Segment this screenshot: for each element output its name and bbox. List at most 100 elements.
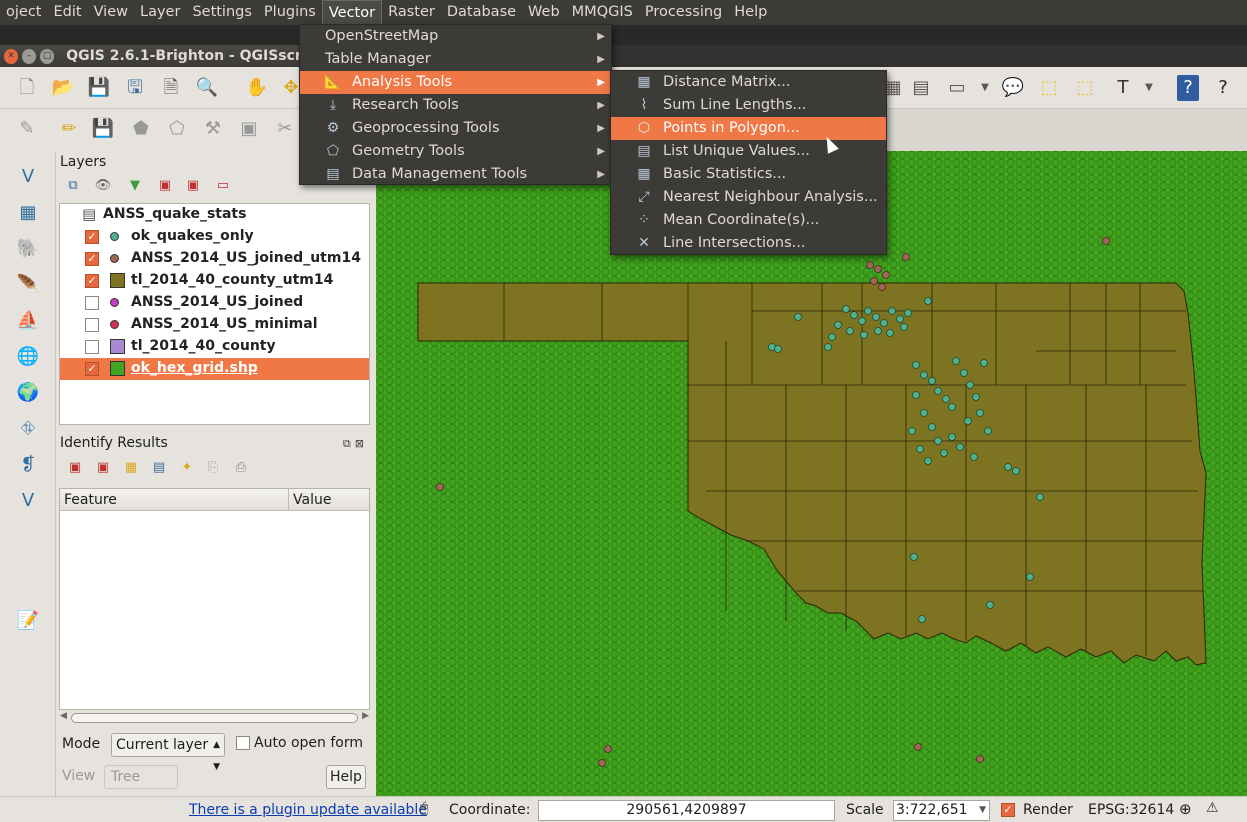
measure-dropdown-icon[interactable]: ▼ bbox=[972, 75, 998, 101]
toggle-editing-icon[interactable]: ✏ bbox=[56, 116, 82, 142]
expand-new-results-icon[interactable]: ▦ bbox=[122, 459, 140, 477]
new-project-icon[interactable]: 🗋 bbox=[14, 75, 40, 101]
menu-item-distance-matrix[interactable]: ▦ Distance Matrix... bbox=[611, 71, 886, 94]
open-form-icon[interactable]: ▤ bbox=[150, 459, 168, 477]
menu-item-basic-statistics[interactable]: ▦ Basic Statistics... bbox=[611, 163, 886, 186]
menu-item-openstreetmap[interactable]: OpenStreetMap ▶ bbox=[300, 25, 611, 48]
menu-help[interactable]: Help bbox=[728, 0, 773, 25]
render-checkbox[interactable]: ✓ bbox=[1001, 803, 1015, 817]
expand-all-icon[interactable]: ▣ bbox=[156, 177, 174, 195]
new-bookmark-icon[interactable]: ⬚ bbox=[1036, 75, 1062, 101]
layer-item-county[interactable]: tl_2014_40_county bbox=[60, 336, 369, 358]
save-project-icon[interactable]: 💾 bbox=[86, 75, 112, 101]
toggle-extents-icon[interactable]: 🖱 bbox=[420, 800, 428, 816]
add-wms-layer-icon[interactable]: 🌐 bbox=[14, 343, 42, 371]
layer-item-ok-quakes-only[interactable]: ✓ ok_quakes_only bbox=[60, 226, 369, 248]
horizontal-scrollbar[interactable]: ◀ ▶ bbox=[59, 711, 370, 724]
menu-item-nearest-neighbour[interactable]: ⤢ Nearest Neighbour Analysis... bbox=[611, 186, 886, 209]
menu-item-geometry-tools[interactable]: ⬠ Geometry Tools ▶ bbox=[300, 140, 611, 163]
menu-web[interactable]: Web bbox=[522, 0, 566, 25]
layer-visibility-checkbox[interactable]: ✓ bbox=[85, 252, 99, 266]
menu-vector[interactable]: Vector bbox=[321, 0, 383, 25]
column-header-value[interactable]: Value bbox=[289, 489, 369, 510]
layer-visibility-checkbox[interactable]: ✓ bbox=[85, 362, 99, 376]
pan-hand-icon[interactable]: ✋ bbox=[244, 75, 270, 101]
identify-results-table[interactable]: Feature Value bbox=[59, 488, 370, 710]
layer-visibility-checkbox[interactable] bbox=[85, 340, 99, 354]
menu-settings[interactable]: Settings bbox=[186, 0, 257, 25]
copy-feature-icon[interactable]: ⎘ bbox=[204, 459, 222, 477]
add-vector-layer-icon[interactable]: V bbox=[14, 163, 42, 191]
add-mssql-layer-icon[interactable]: ⛵ bbox=[14, 307, 42, 335]
delete-selected-icon[interactable]: ▣ bbox=[236, 116, 262, 142]
collapse-tree-icon[interactable]: ▣ bbox=[94, 459, 112, 477]
add-feature-icon[interactable]: ⬟ bbox=[128, 116, 154, 142]
layer-item-ok-hex-grid[interactable]: ✓ ok_hex_grid.shp bbox=[60, 358, 369, 380]
message-log-warning-icon[interactable]: ⚠ bbox=[1206, 800, 1219, 816]
column-header-feature[interactable]: Feature bbox=[60, 489, 289, 510]
field-calculator-icon[interactable]: ▤ bbox=[908, 75, 934, 101]
menu-item-mean-coordinates[interactable]: ⁘ Mean Coordinate(s)... bbox=[611, 209, 886, 232]
manage-visibility-icon[interactable]: 👁 bbox=[94, 177, 112, 195]
menu-item-line-intersections[interactable]: ✕ Line Intersections... bbox=[611, 232, 886, 255]
menu-item-table-manager[interactable]: Table Manager ▶ bbox=[300, 48, 611, 71]
scroll-right-icon[interactable]: ▶ bbox=[362, 711, 369, 721]
measure-line-icon[interactable]: ▭ bbox=[944, 75, 970, 101]
layer-visibility-checkbox[interactable] bbox=[85, 296, 99, 310]
menu-project[interactable]: oject bbox=[0, 0, 47, 25]
clear-results-icon[interactable]: ✦ bbox=[178, 459, 196, 477]
help-button[interactable]: Help bbox=[326, 765, 366, 789]
open-project-icon[interactable]: 📂 bbox=[50, 75, 76, 101]
menu-processing[interactable]: Processing bbox=[639, 0, 728, 25]
current-edits-icon[interactable]: ✎ bbox=[14, 116, 40, 142]
menu-item-sum-line-lengths[interactable]: ⌇ Sum Line Lengths... bbox=[611, 94, 886, 117]
add-postgis-layer-icon[interactable]: 🐘 bbox=[14, 235, 42, 263]
menu-item-list-unique-values[interactable]: ▤ List Unique Values... bbox=[611, 140, 886, 163]
minimize-window-icon[interactable]: – bbox=[22, 48, 37, 64]
help-contents-icon[interactable]: ? bbox=[1177, 75, 1199, 101]
layer-visibility-checkbox[interactable]: ✓ bbox=[85, 230, 99, 244]
filter-legend-icon[interactable]: ▼ bbox=[126, 177, 144, 195]
expand-tree-icon[interactable]: ▣ bbox=[66, 459, 84, 477]
layer-item-county-utm14[interactable]: ✓ tl_2014_40_county_utm14 bbox=[60, 270, 369, 292]
show-bookmarks-icon[interactable]: ⬚ bbox=[1072, 75, 1098, 101]
whats-this-icon[interactable]: ? bbox=[1210, 75, 1236, 101]
save-as-icon[interactable]: 🖫 bbox=[122, 75, 148, 101]
add-spatialite-layer-icon[interactable]: 🪶 bbox=[14, 271, 42, 299]
layer-item-anss-quake-stats[interactable]: ▤ ANSS_quake_stats bbox=[60, 204, 369, 226]
crs-status-button[interactable]: EPSG:32614 bbox=[1088, 802, 1174, 818]
add-wfs-layer-icon[interactable]: ⛗ bbox=[14, 415, 42, 443]
menu-layer[interactable]: Layer bbox=[134, 0, 186, 25]
layer-item-anss-joined[interactable]: ANSS_2014_US_joined bbox=[60, 292, 369, 314]
add-wcs-layer-icon[interactable]: 🌍 bbox=[14, 379, 42, 407]
composer-manager-icon[interactable]: 🔍 bbox=[194, 75, 220, 101]
menu-item-points-in-polygon[interactable]: ⬡ Points in Polygon... bbox=[611, 117, 886, 140]
layer-visibility-checkbox[interactable]: ✓ bbox=[85, 274, 99, 288]
menu-database[interactable]: Database bbox=[441, 0, 522, 25]
layer-visibility-checkbox[interactable] bbox=[85, 318, 99, 332]
layer-item-anss-minimal[interactable]: ANSS_2014_US_minimal bbox=[60, 314, 369, 336]
scale-combobox[interactable]: 3:722,651 ▼ bbox=[893, 800, 990, 821]
new-print-composer-icon[interactable]: 🗎 bbox=[158, 75, 184, 101]
map-tips-icon[interactable]: 💬 bbox=[1000, 75, 1026, 101]
scrollbar-thumb[interactable] bbox=[71, 713, 358, 723]
panel-float-close-icons[interactable]: ⧉⊠ bbox=[343, 437, 368, 451]
text-annotation-icon[interactable]: T bbox=[1110, 75, 1136, 101]
menu-view[interactable]: View bbox=[88, 0, 134, 25]
crs-globe-icon[interactable]: ⊕ bbox=[1179, 800, 1192, 818]
view-select[interactable]: Tree bbox=[104, 765, 178, 789]
menu-item-geoprocessing-tools[interactable]: ⚙ Geoprocessing Tools ▶ bbox=[300, 117, 611, 140]
menu-raster[interactable]: Raster bbox=[382, 0, 441, 25]
annotation-icon[interactable]: 📝 bbox=[14, 607, 42, 635]
plugin-update-link[interactable]: There is a plugin update available bbox=[189, 802, 427, 818]
scroll-left-icon[interactable]: ◀ bbox=[60, 711, 67, 721]
maximize-window-icon[interactable]: □ bbox=[40, 48, 55, 64]
node-tool-icon[interactable]: ⚒ bbox=[200, 116, 226, 142]
new-shapefile-layer-icon[interactable]: V bbox=[14, 487, 42, 515]
close-window-icon[interactable]: ✕ bbox=[4, 48, 19, 64]
cut-features-icon[interactable]: ✂ bbox=[272, 116, 298, 142]
layer-item-anss-joined-utm14[interactable]: ✓ ANSS_2014_US_joined_utm14 bbox=[60, 248, 369, 270]
menu-item-research-tools[interactable]: ⤓ Research Tools ▶ bbox=[300, 94, 611, 117]
auto-open-form-checkbox[interactable] bbox=[236, 736, 250, 750]
add-group-icon[interactable]: ⧉ bbox=[64, 177, 82, 195]
